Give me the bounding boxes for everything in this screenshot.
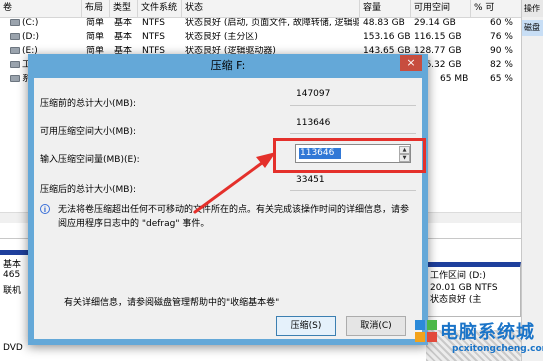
dialog-body: 压缩前的总计大小(MB): 147097 可用压缩空间大小(MB): 11364… xyxy=(34,78,422,339)
type-cell: 基本 xyxy=(114,18,133,28)
column-header-layout[interactable]: 布局 xyxy=(82,0,110,17)
capacity-cell: 48.83 GB xyxy=(363,18,405,28)
volume-cell: (D:) xyxy=(10,32,39,43)
divider xyxy=(290,190,416,191)
watermark-logo-icon xyxy=(415,320,437,342)
volume-list-header: 卷 布局 类型 文件系统 状态 容量 可用空间 % 可 xyxy=(0,0,523,18)
available-label: 可用压缩空间大小(MB): xyxy=(40,127,136,137)
column-header-capacity[interactable]: 容量 xyxy=(360,0,411,17)
watermark-url: pcxitongcheng.com xyxy=(452,344,543,354)
annotation-highlight-box xyxy=(273,138,426,173)
total-after-value: 33451 xyxy=(296,175,325,185)
column-header-filesystem[interactable]: 文件系统 xyxy=(138,0,182,17)
layout-cell: 简单 xyxy=(86,18,105,28)
divider xyxy=(290,133,416,134)
drive-icon xyxy=(10,75,20,82)
partition-d-size: 20.01 GB NTFS xyxy=(430,283,498,293)
percent-cell: 65 % xyxy=(490,74,513,84)
volume-name: (D:) xyxy=(22,32,39,42)
total-before-label: 压缩前的总计大小(MB): xyxy=(40,99,136,109)
free-space-cell: 116.15 GB xyxy=(414,32,462,42)
info-icon: i xyxy=(40,204,50,214)
capacity-cell: 153.16 GB xyxy=(363,32,411,42)
dialog-title: 压缩 F: xyxy=(210,59,246,72)
column-header-volume[interactable]: 卷 xyxy=(0,0,82,17)
shrink-amount-label: 输入压缩空间量(MB)(E): xyxy=(40,155,140,165)
drive-icon xyxy=(10,47,20,54)
actions-pane: 操作 磁盘 xyxy=(521,0,543,361)
partition-d-block[interactable]: 工作区间 (D:) 20.01 GB NTFS 状态良好 (主 xyxy=(426,262,521,317)
partition-d-status: 状态良好 (主 xyxy=(430,295,482,305)
disk0-status-label: 联机 xyxy=(3,286,22,296)
disk0-size-label: 465 xyxy=(3,270,21,280)
volume-name: (C:) xyxy=(22,18,39,28)
percent-cell: 82 % xyxy=(490,60,513,70)
dvd-label: DVD xyxy=(3,343,23,353)
percent-cell: 60 % xyxy=(490,18,513,28)
column-header-status[interactable]: 状态 xyxy=(182,0,360,17)
help-text: 有关详细信息，请参阅磁盘管理帮助中的"收缩基本卷" xyxy=(64,298,280,308)
free-space-cell: 65 MB xyxy=(440,74,469,84)
column-header-percent-free[interactable]: % 可 xyxy=(471,0,523,17)
total-before-value: 147097 xyxy=(296,89,331,99)
shrink-dialog: 压缩 F: × 压缩前的总计大小(MB): 147097 可用压缩空间大小(MB… xyxy=(28,54,428,345)
percent-cell: 76 % xyxy=(490,32,513,42)
table-row[interactable]: (D:) 简单 基本 NTFS 状态良好 (主分区) 153.16 GB 116… xyxy=(0,32,523,43)
total-after-label: 压缩后的总计大小(MB): xyxy=(40,185,136,195)
column-header-free-space[interactable]: 可用空间 xyxy=(411,0,471,17)
column-header-type[interactable]: 类型 xyxy=(110,0,138,17)
volume-cell: (C:) xyxy=(10,18,38,29)
close-icon: × xyxy=(406,56,416,69)
percent-cell: 90 % xyxy=(490,46,513,56)
free-space-cell: 29.14 GB xyxy=(414,18,456,28)
disk0-type-label: 基本 xyxy=(3,260,22,270)
close-button[interactable]: × xyxy=(400,55,422,71)
watermark-title: 电脑系统城 xyxy=(440,322,535,343)
actions-pane-header: 操作 xyxy=(522,0,543,17)
shrink-button[interactable]: 压缩(S) xyxy=(276,316,336,336)
partition-d-name: 工作区间 (D:) xyxy=(430,271,486,281)
drive-icon xyxy=(10,19,20,26)
cancel-button[interactable]: 取消(C) xyxy=(346,316,406,336)
info-text: 无法将卷压缩超出任何不可移动的文件所在的点。有关完成该操作时间的详细信息，请参阅… xyxy=(58,205,410,229)
table-row[interactable]: (C:) 简单 基本 NTFS 状态良好 (启动, 页面文件, 故障转储, 逻辑… xyxy=(0,18,523,29)
drive-icon xyxy=(10,33,20,40)
status-cell: 状态良好 (主分区) xyxy=(185,32,258,42)
type-cell: 基本 xyxy=(114,32,133,42)
filesystem-cell: NTFS xyxy=(142,32,165,42)
disk-bar xyxy=(0,250,30,255)
filesystem-cell: NTFS xyxy=(142,18,165,28)
divider xyxy=(290,105,416,106)
actions-disk-item[interactable]: 磁盘 xyxy=(522,20,543,36)
layout-cell: 简单 xyxy=(86,32,105,42)
available-value: 113646 xyxy=(296,118,331,128)
status-cell: 状态良好 (启动, 页面文件, 故障转储, 逻辑驱动器) xyxy=(185,18,359,28)
drive-icon xyxy=(10,61,20,68)
